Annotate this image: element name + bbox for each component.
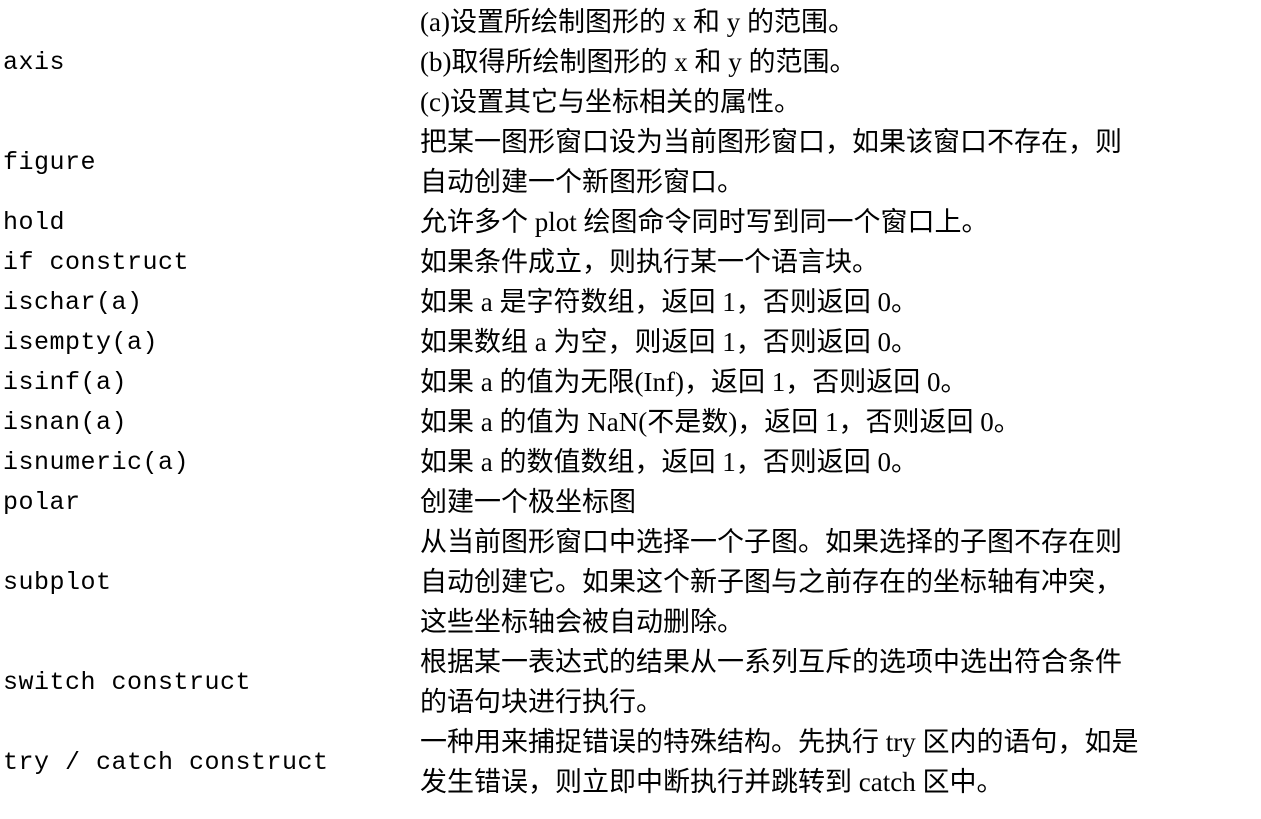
description-line: 如果条件成立，则执行某一个语言块。 — [420, 247, 879, 277]
description-line: 如果 a 是字符数组，返回 1，否则返回 0。 — [420, 287, 918, 317]
function-name-cell: if construct — [3, 247, 190, 277]
table-row: isnan(a) 如果 a 的值为 NaN(不是数)，返回 1，否则返回 0。 — [0, 402, 1261, 442]
table-row: subplot 从当前图形窗口中选择一个子图。如果选择的子图不存在则 自动创建它。如… — [0, 522, 1261, 642]
table-row: ischar(a) 如果 a 是字符数组，返回 1，否则返回 0。 — [0, 282, 1261, 322]
function-name-cell: figure — [3, 147, 97, 177]
description-line: 自动创建它。如果这个新子图与之前存在的坐标轴有冲突， — [420, 567, 1122, 597]
function-description-cell: 允许多个 plot 绘图命令同时写到同一个窗口上。 — [420, 202, 1261, 242]
function-name-cell: try / catch construct — [3, 747, 329, 777]
function-name-cell: polar — [3, 487, 81, 517]
function-description-cell: 如果 a 的值为无限(Inf)，返回 1，否则返回 0。 — [420, 362, 1261, 402]
function-name-cell: hold — [3, 207, 66, 237]
description-line: 自动创建一个新图形窗口。 — [420, 167, 744, 197]
table-row: isinf(a) 如果 a 的值为无限(Inf)，返回 1，否则返回 0。 — [0, 362, 1261, 402]
description-line: 的语句块进行执行。 — [420, 687, 663, 717]
description-line: 允许多个 plot 绘图命令同时写到同一个窗口上。 — [420, 207, 989, 237]
function-description-cell: 根据某一表达式的结果从一系列互斥的选项中选出符合条件 的语句块进行执行。 — [420, 642, 1261, 722]
description-line: 这些坐标轴会被自动删除。 — [420, 607, 744, 637]
function-reference-table: axis (a)设置所绘制图形的 x 和 y 的范围。 (b)取得所绘制图形的 x … — [0, 0, 1261, 802]
description-line: 如果 a 的数值数组，返回 1，否则返回 0。 — [420, 447, 918, 477]
function-name-cell: isnan(a) — [3, 407, 128, 437]
function-description-cell: 创建一个极坐标图 — [420, 482, 1261, 522]
function-name-cell: axis — [3, 47, 66, 77]
function-description-cell: 把某一图形窗口设为当前图形窗口，如果该窗口不存在，则 自动创建一个新图形窗口。 — [420, 122, 1261, 202]
table-row: switch construct 根据某一表达式的结果从一系列互斥的选项中选出符合… — [0, 642, 1261, 722]
function-description-cell: (a)设置所绘制图形的 x 和 y 的范围。 (b)取得所绘制图形的 x 和 y … — [420, 2, 1261, 122]
function-name-cell: ischar(a) — [3, 287, 143, 317]
table-row: figure 把某一图形窗口设为当前图形窗口，如果该窗口不存在，则 自动创建一个新图… — [0, 122, 1261, 202]
description-line: 如果数组 a 为空，则返回 1，否则返回 0。 — [420, 327, 918, 357]
function-description-cell: 如果 a 的值为 NaN(不是数)，返回 1，否则返回 0。 — [420, 402, 1261, 442]
table-row: hold 允许多个 plot 绘图命令同时写到同一个窗口上。 — [0, 202, 1261, 242]
table-row: axis (a)设置所绘制图形的 x 和 y 的范围。 (b)取得所绘制图形的 x … — [0, 2, 1261, 122]
function-name-cell: isnumeric(a) — [3, 447, 190, 477]
description-line: (a)设置所绘制图形的 x 和 y 的范围。 — [420, 7, 855, 37]
function-name-cell: isempty(a) — [3, 327, 159, 357]
table-row: isnumeric(a) 如果 a 的数值数组，返回 1，否则返回 0。 — [0, 442, 1261, 482]
table-row: isempty(a) 如果数组 a 为空，则返回 1，否则返回 0。 — [0, 322, 1261, 362]
function-name-cell: switch construct — [3, 667, 252, 697]
function-name-cell: isinf(a) — [3, 367, 128, 397]
description-line: (b)取得所绘制图形的 x 和 y 的范围。 — [420, 47, 857, 77]
table-row: polar 创建一个极坐标图 — [0, 482, 1261, 522]
description-line: 一种用来捕捉错误的特殊结构。先执行 try 区内的语句，如是 — [420, 727, 1139, 757]
description-line: 把某一图形窗口设为当前图形窗口，如果该窗口不存在，则 — [420, 127, 1122, 157]
function-name-cell: subplot — [3, 567, 112, 597]
function-description-cell: 如果 a 是字符数组，返回 1，否则返回 0。 — [420, 282, 1261, 322]
description-line: 如果 a 的值为无限(Inf)，返回 1，否则返回 0。 — [420, 367, 968, 397]
function-description-cell: 如果 a 的数值数组，返回 1，否则返回 0。 — [420, 442, 1261, 482]
description-line: 如果 a 的值为 NaN(不是数)，返回 1，否则返回 0。 — [420, 407, 1021, 437]
description-line: 创建一个极坐标图 — [420, 487, 636, 517]
table-row: if construct 如果条件成立，则执行某一个语言块。 — [0, 242, 1261, 282]
description-line: 根据某一表达式的结果从一系列互斥的选项中选出符合条件 — [420, 647, 1122, 677]
function-description-cell: 如果条件成立，则执行某一个语言块。 — [420, 242, 1261, 282]
description-line: 从当前图形窗口中选择一个子图。如果选择的子图不存在则 — [420, 527, 1122, 557]
function-description-cell: 从当前图形窗口中选择一个子图。如果选择的子图不存在则 自动创建它。如果这个新子图与… — [420, 522, 1261, 642]
description-line: (c)设置其它与坐标相关的属性。 — [420, 87, 801, 117]
function-description-cell: 如果数组 a 为空，则返回 1，否则返回 0。 — [420, 322, 1261, 362]
table-row: try / catch construct 一种用来捕捉错误的特殊结构。先执行 t… — [0, 722, 1261, 802]
description-line: 发生错误，则立即中断执行并跳转到 catch 区中。 — [420, 767, 1004, 797]
function-description-cell: 一种用来捕捉错误的特殊结构。先执行 try 区内的语句，如是 发生错误，则立即中断… — [420, 722, 1261, 802]
